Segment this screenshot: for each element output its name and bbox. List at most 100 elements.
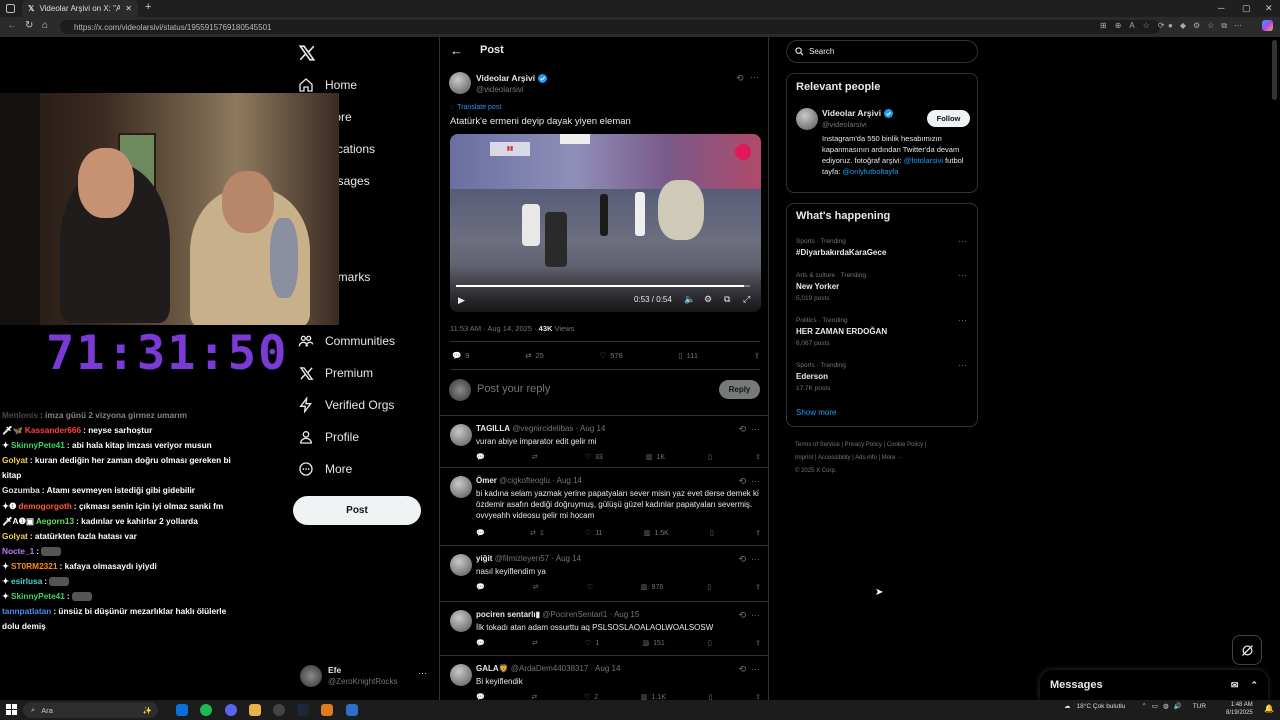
reply-action[interactable]: 💬 9 [452,351,470,360]
reply-author[interactable]: Ömer [476,476,497,485]
like-action[interactable]: ♡ 2 [584,693,598,701]
bio-link[interactable]: @fotolarsivi [904,156,943,165]
share-action[interactable]: ⇪ [755,639,761,647]
avatar[interactable] [450,424,472,446]
obs-icon[interactable] [273,704,285,716]
account-switcher[interactable]: Efe @ZeroKnightRocks ··· [300,663,430,693]
new-tab-icon[interactable]: + [145,1,151,13]
repost-action[interactable]: ⇄ 1 [530,529,544,538]
discord-icon[interactable] [225,704,237,716]
back-arrow-icon[interactable]: ← [450,43,463,58]
repost-action[interactable]: ⇄ [532,453,542,461]
browser-tab[interactable]: 𝕏 Videolar Arşivi on X: "Atatürk'e e... … [22,0,138,17]
repost-action[interactable]: ⇄ 25 [525,351,544,360]
reply-action[interactable]: 💬 [476,639,489,647]
notification-icon[interactable]: 🔔 [1264,704,1274,713]
app-icon[interactable] [346,704,358,716]
minimize-icon[interactable]: ─ [1218,3,1224,13]
extensions-icons[interactable]: ●◆⚙☆⧉⋯ [1168,21,1249,31]
views-action[interactable]: ▥ 151 [642,639,664,648]
reply-more-icon[interactable]: ⟲ ··· [738,610,760,621]
avatar[interactable] [450,664,472,686]
person-name-row[interactable]: Videolar Arşivi [822,108,894,118]
share-action[interactable]: ⇪ [755,529,761,537]
footer-line[interactable]: Terms of Service | Privacy Policy | Cook… [795,439,975,452]
like-action[interactable]: ♡ 1 [585,639,599,648]
reply-item[interactable]: pociren sentarlı▮ @PocirenSentarl1 · Aug… [440,601,768,655]
nav-home[interactable]: Home [298,75,357,95]
address-bar-actions[interactable]: ⊞⊕A☆⟳ [1100,21,1173,30]
nav-premium[interactable]: Premium [298,363,373,383]
bookmark-action[interactable]: ▯ [708,453,712,461]
trend-more-icon[interactable]: ··· [958,236,967,246]
start-icon[interactable] [6,704,17,715]
follow-button[interactable]: Follow [927,110,970,127]
share-action[interactable]: ⇪ [755,693,761,700]
show-more-link[interactable]: Show more [796,408,836,417]
tab-actions-icon[interactable] [6,4,15,13]
close-tab-icon[interactable]: ✕ [125,4,132,13]
reply-author[interactable]: TAGILLA [476,424,510,433]
play-icon[interactable]: ▶ [458,295,465,306]
reply-author[interactable]: yiğit [476,554,492,563]
home-browser-icon[interactable]: ⌂ [42,20,48,31]
reply-more-icon[interactable]: ⟲ ··· [738,664,760,675]
copilot-icon[interactable] [1262,20,1273,31]
repost-action[interactable]: ⇄ [531,693,541,700]
volume-icon[interactable]: 🔈 [684,294,695,305]
edge-icon[interactable] [176,704,188,716]
bio-link[interactable]: @onlyfutboltayfa [842,167,898,176]
footer-line[interactable]: Imprint | Accessibility | Ads info | Mor… [795,452,975,465]
steam-icon[interactable] [297,704,309,716]
settings-gear-icon[interactable]: ⚙ [704,294,712,305]
back-icon[interactable]: ← [7,20,17,31]
language-indicator[interactable]: TUR [1193,703,1206,710]
reply-action[interactable]: 💬 [476,693,489,700]
reply-item[interactable]: yiğit @filmizleyen57 · Aug 14 ⟲ ··· nasıl … [440,545,768,601]
bookmark-action[interactable]: ▯ 111 [678,351,698,360]
app-icon[interactable] [321,704,333,716]
trend-more-icon[interactable]: ··· [958,270,967,280]
like-action[interactable]: ♡ [587,583,597,591]
maximize-icon[interactable]: ▢ [1242,3,1251,14]
bookmark-action[interactable]: ▯ [710,529,714,537]
close-window-icon[interactable]: ✕ [1265,3,1273,14]
person-avatar[interactable] [796,108,818,130]
reply-input[interactable]: Post your reply [477,383,550,395]
avatar[interactable] [450,476,472,498]
search-box[interactable]: Search [786,40,978,63]
author-avatar[interactable] [449,72,471,94]
trend-more-icon[interactable]: ··· [958,360,967,370]
url-field[interactable]: https://x.com/videolarsivi/status/195591… [60,20,1160,34]
trend-item[interactable]: Arts & culture · Trending New Yorker 5,019… [796,270,866,304]
grok-button[interactable] [1232,635,1262,665]
weather-text[interactable]: 18°C Çok bulutlu [1077,703,1126,710]
reply-item[interactable]: GALA🦁 @ArdaDem44038317 · Aug 14 ⟲ ··· Bi k… [440,655,768,701]
views-action[interactable]: ▥ 976 [641,583,663,592]
views-action[interactable]: ▥ 1K [646,453,665,462]
share-action[interactable]: ⇪ [755,453,761,461]
trend-item[interactable]: Sports · Trending Ederson 17.7K posts [796,360,846,394]
refresh-icon[interactable]: ↻ [25,20,33,31]
like-action[interactable]: ♡ 578 [600,351,623,360]
reply-action[interactable]: 💬 [476,529,489,537]
share-icon[interactable]: ⇪ [754,351,760,360]
bookmark-action[interactable]: ▯ [707,583,711,591]
clock[interactable]: 1:48 AM 8/19/2025 [1226,701,1253,717]
reply-more-icon[interactable]: ⟲ ··· [738,476,760,487]
reply-more-icon[interactable]: ⟲ ··· [738,554,760,565]
page-scrollbar[interactable] [1272,40,1277,100]
post-more-icon[interactable]: ··· [750,72,759,82]
x-logo-icon[interactable] [298,44,316,62]
trend-more-icon[interactable]: ··· [958,315,967,325]
tray-icons[interactable]: ⌃▭◍🔊 [1141,702,1186,710]
post-button[interactable]: Post [293,496,421,525]
reply-action[interactable]: 💬 [476,453,489,461]
nav-verified-orgs[interactable]: Verified Orgs [298,395,394,415]
spotify-icon[interactable] [200,704,212,716]
author-name-row[interactable]: Videolar Arşivi [476,73,548,83]
reply-author[interactable]: pociren sentarlı▮ [476,610,540,619]
video-scrubber[interactable] [456,285,750,287]
repost-action[interactable]: ⇄ [533,583,543,591]
file-explorer-icon[interactable] [249,704,261,716]
